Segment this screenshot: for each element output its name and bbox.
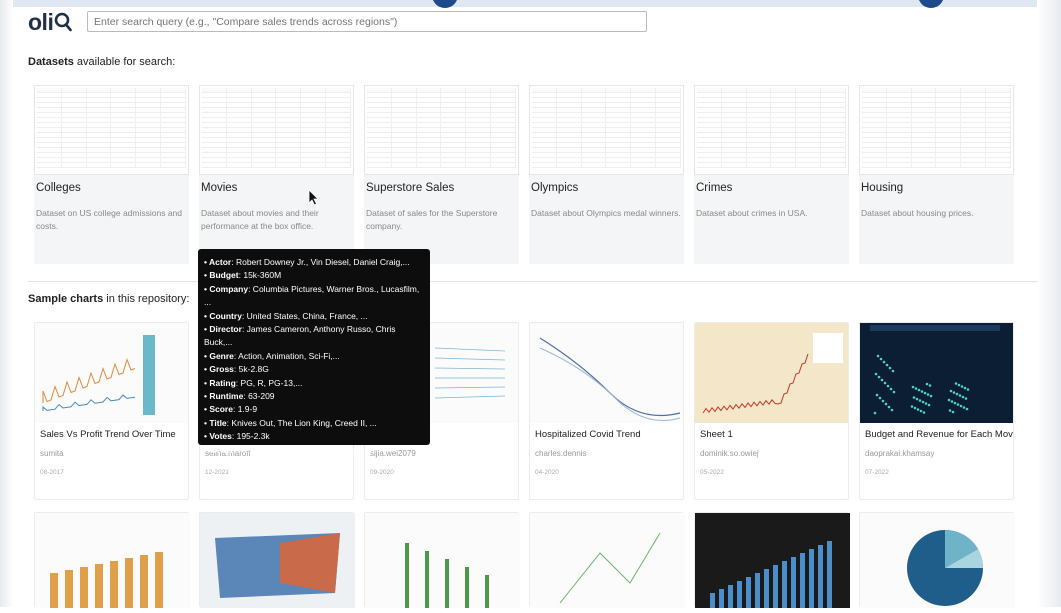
logo[interactable]: oli	[28, 8, 73, 36]
logo-text: oli	[28, 8, 54, 35]
tooltip-item: Writer: Pete Docter, Bill Kelly, Eric Br…	[204, 444, 424, 457]
right-edge	[1037, 0, 1061, 607]
chart-date: 04-2020	[535, 469, 559, 476]
dataset-name: Crimes	[696, 182, 733, 194]
chart-date: 08-2017	[40, 469, 64, 476]
chart-thumbnail	[695, 513, 850, 613]
chart-thumbnail	[860, 513, 1015, 613]
chart-card[interactable]: Budget and Revenue for Each Movie daoprak…	[859, 322, 1014, 500]
dataset-description: Dataset about housing prices.	[861, 208, 974, 218]
tooltip-item: Votes: 195-2.3k	[204, 430, 424, 443]
tooltip-item: Company: Columbia Pictures, Warner Bros.…	[204, 283, 424, 310]
chart-thumbnail	[860, 323, 1013, 423]
tooltip-item: Runtime: 63-209	[204, 390, 424, 403]
dataset-description: Dataset about crimes in USA.	[696, 208, 808, 218]
chart-card[interactable]	[859, 512, 1015, 608]
tooltip-item: Rating: PG, R, PG-13,...	[204, 377, 424, 390]
chart-author: daoprakai.khamsay	[865, 449, 935, 458]
chart-card[interactable]	[694, 512, 850, 608]
search-input[interactable]	[87, 11, 647, 32]
chart-thumbnail	[35, 513, 190, 613]
chart-author: charles.dennis	[535, 449, 587, 458]
chart-thumbnail	[695, 323, 848, 423]
chart-card[interactable]: Hospitalized Covid Trend charles.dennis 04…	[529, 322, 684, 500]
tooltip-item: Gross: 5k-2.8G	[204, 363, 424, 376]
tooltip-item: Actor: Robert Downey Jr., Vin Diesel, Da…	[204, 256, 424, 269]
header: oli	[28, 8, 73, 36]
chart-author: sumita	[40, 449, 64, 458]
dataset-description: Dataset of sales for the Superstore comp…	[366, 208, 498, 231]
dataset-description: Dataset about movies and their performan…	[201, 208, 319, 231]
chart-date: 07-2022	[865, 469, 889, 476]
tooltip-item: Director: James Cameron, Anthony Russo, …	[204, 323, 424, 350]
chart-card[interactable]	[364, 512, 520, 608]
chart-thumbnail	[200, 513, 355, 613]
dataset-card-movies[interactable]: Movies Dataset about movies and their per…	[199, 85, 354, 264]
dataset-name: Superstore Sales	[366, 182, 455, 194]
tooltip-item: Budget: 15k-360M	[204, 269, 424, 282]
top-strip	[0, 0, 1061, 8]
dataset-preview-table	[694, 85, 849, 175]
left-edge	[0, 0, 13, 607]
tooltip-item: Year: 2005-2020	[204, 457, 424, 470]
dataset-card-housing[interactable]: Housing Dataset about housing prices.	[859, 85, 1014, 264]
dataset-name: Olympics	[531, 182, 579, 194]
chart-card[interactable]: Sheet 1 dominik.so.owiej 05-2022	[694, 322, 849, 500]
chart-author: dominik.so.owiej	[700, 449, 759, 458]
top-circle-icon	[432, 0, 458, 8]
dataset-card-colleges[interactable]: Colleges Dataset on US college admissions…	[34, 85, 189, 264]
chart-title: Sheet 1	[700, 429, 733, 440]
dataset-name: Movies	[201, 182, 238, 194]
chart-thumbnail	[530, 323, 683, 423]
dataset-card-superstore-sales[interactable]: Superstore Sales Dataset of sales for the…	[364, 85, 519, 264]
chart-card[interactable]: Sales Vs Profit Trend Over Time sumita 08-…	[34, 322, 189, 500]
dataset-card-olympics[interactable]: Olympics Dataset about Olympics medal win…	[529, 85, 684, 264]
dataset-preview-table	[859, 85, 1014, 175]
chart-title: Budget and Revenue for Each Movie	[865, 429, 1013, 440]
dataset-preview-table	[364, 85, 519, 175]
tooltip-item: Score: 1.9-9	[204, 403, 424, 416]
chart-date: 05-2022	[700, 469, 724, 476]
tooltip-item: Country: United States, China, France, .…	[204, 310, 424, 323]
chart-title: Sales Vs Profit Trend Over Time	[40, 429, 176, 440]
dataset-preview-table	[529, 85, 684, 175]
chart-card[interactable]	[199, 512, 355, 608]
dataset-card-crimes[interactable]: Crimes Dataset about crimes in USA.	[694, 85, 849, 264]
dataset-tooltip: Actor: Robert Downey Jr., Vin Diesel, Da…	[198, 249, 430, 468]
divider	[28, 281, 1038, 282]
chart-title: Hospitalized Covid Trend	[535, 429, 641, 440]
chart-card[interactable]	[34, 512, 190, 608]
datasets-heading: Datasets available for search:	[28, 56, 176, 68]
chart-card[interactable]	[529, 512, 685, 608]
tooltip-item: Genre: Action, Animation, Sci-Fi,...	[204, 350, 424, 363]
dataset-description: Dataset on US college admissions and cos…	[36, 208, 182, 231]
magnifier-icon	[55, 12, 73, 32]
charts-heading: Sample charts in this repository:	[28, 293, 190, 305]
dataset-preview-table	[199, 85, 354, 175]
chart-thumbnail	[365, 513, 520, 613]
top-circle-icon	[918, 0, 944, 8]
dataset-name: Colleges	[36, 182, 81, 194]
dataset-name: Housing	[861, 182, 904, 194]
mouse-cursor-icon	[308, 189, 319, 206]
chart-thumbnail	[530, 513, 685, 613]
dataset-preview-table	[34, 85, 189, 175]
chart-thumbnail	[35, 323, 188, 423]
dataset-description: Dataset about Olympics medal winners.	[531, 208, 681, 218]
tooltip-item: Title: Knives Out, The Lion King, Creed …	[204, 417, 424, 430]
